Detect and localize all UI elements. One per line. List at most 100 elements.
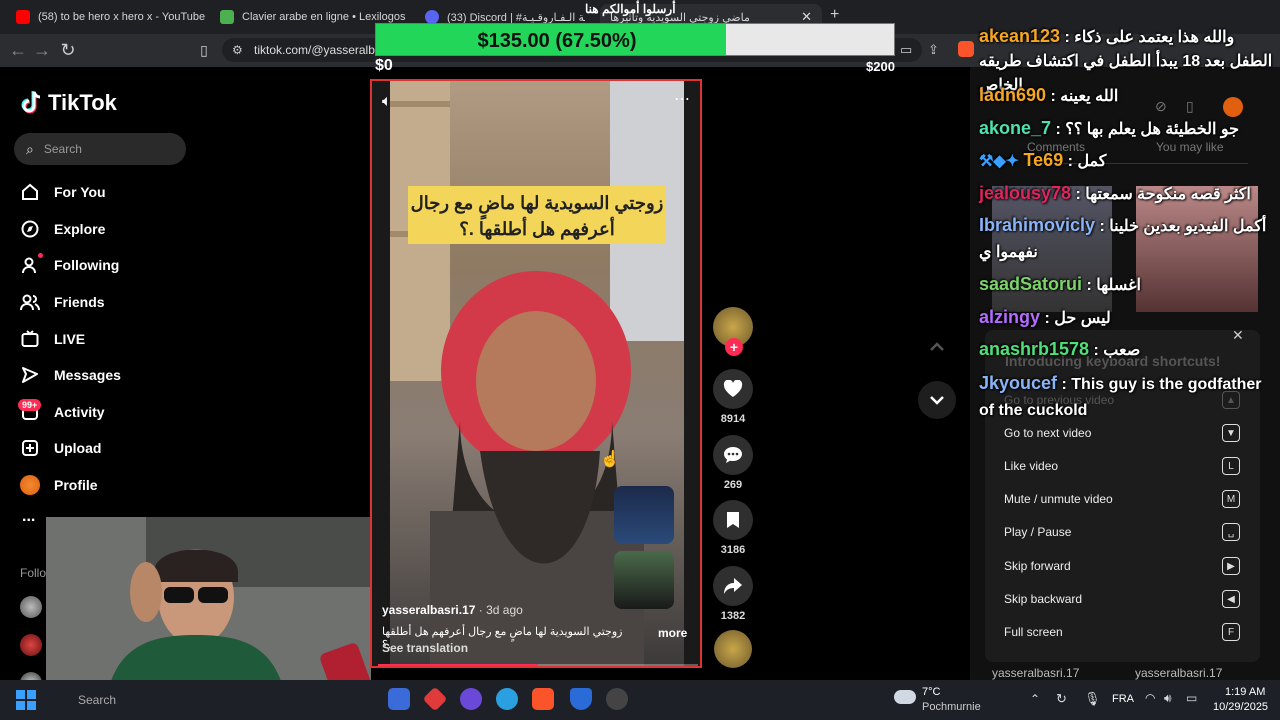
sync-icon[interactable]: ↻ (1056, 691, 1067, 707)
clock-date[interactable]: 10/29/2025 (1213, 701, 1268, 713)
chat-user: alzingy (979, 307, 1041, 327)
nav-label: Activity (54, 404, 105, 420)
cloud-icon (894, 690, 916, 704)
logo-text: TikTok (48, 90, 117, 115)
cast-icon[interactable]: ▭ (900, 42, 912, 58)
windows-start-icon[interactable] (16, 690, 36, 715)
wifi-icon[interactable]: ◠ (1145, 691, 1155, 705)
save-button[interactable]: 3186 (713, 500, 753, 556)
new-tab-button[interactable]: + (830, 6, 839, 24)
volume-icon[interactable]: 🔈︎ (382, 93, 392, 111)
weather-temp[interactable]: 7°C (922, 686, 940, 698)
followed-avatar[interactable] (20, 596, 42, 618)
nav-explore[interactable]: Explore (20, 217, 105, 241)
more-icon[interactable]: ... (22, 508, 35, 526)
chat-text: ليس حل (1054, 310, 1111, 327)
back-icon[interactable]: ← (8, 40, 28, 60)
weather-desc[interactable]: Pochmurnie (922, 701, 981, 713)
speaker-icon[interactable]: 🔊︎ (1164, 691, 1172, 706)
share-count: 1382 (720, 610, 746, 622)
nav-label: Following (54, 257, 120, 273)
shortcut-row: Skip forward ▶ (1004, 556, 1240, 576)
nav-for-you[interactable]: For You (20, 180, 106, 204)
defender-icon[interactable] (570, 688, 592, 710)
clock-time[interactable]: 1:19 AM (1225, 686, 1265, 698)
nav-label: Upload (54, 440, 102, 456)
share-button[interactable]: 1382 (713, 566, 753, 622)
bookmark-icon[interactable]: ▯ (194, 40, 214, 60)
followed-avatar[interactable] (20, 634, 42, 656)
chevron-up-icon[interactable]: ⌃ (1030, 692, 1040, 706)
edge-icon[interactable] (496, 688, 518, 710)
video-progress-bar[interactable] (378, 664, 698, 666)
language-indicator[interactable]: FRA (1112, 693, 1134, 705)
more-link[interactable]: more (658, 626, 687, 640)
video-caption-overlay: زوجتي السويدية لها ماضٍ مع رجال أعرفهم ه… (408, 186, 666, 244)
shortcut-label: Full screen (1004, 625, 1063, 639)
brave-icon[interactable] (532, 688, 554, 710)
nav-friends[interactable]: Friends (20, 290, 105, 314)
nav-upload[interactable]: Upload (20, 436, 101, 460)
donation-goal-bar: $135.00 (67.50%) (375, 23, 895, 56)
search-icon: ⌕ (26, 140, 34, 157)
chat-user: Te69 (1023, 150, 1064, 170)
chat-user: jealousy78 (979, 183, 1072, 203)
chat-message: ⚒◆✦ Te69 : كمل (979, 150, 1107, 170)
home-icon (20, 182, 40, 202)
activity-badge: 99+ (18, 399, 42, 411)
tab-title: (58) to be hero x hero x - YouTube (38, 11, 206, 23)
like-count: 8914 (720, 413, 746, 425)
youtube-icon (16, 10, 30, 24)
chat-user: akone_7 (979, 118, 1052, 138)
battery-icon[interactable]: ▭ (1186, 691, 1197, 705)
site-info-icon[interactable]: ⚙ (232, 43, 243, 57)
chat-message: jealousy78 : اكثر قصه منكوحة سمعتها (979, 183, 1251, 203)
comment-button[interactable]: 269 (713, 435, 753, 491)
chat-user: Ibrahimovicly (979, 215, 1096, 235)
chat-user: Jkyoucef (979, 373, 1058, 393)
app-icon[interactable] (460, 688, 482, 710)
tiktok-note-icon (21, 91, 41, 114)
video-player[interactable]: زوجتي السويدية لها ماضٍ مع رجال أعرفهم ه… (370, 79, 702, 668)
nav-label: Explore (54, 221, 106, 237)
nav-label: For You (54, 184, 106, 200)
chat-text: كمل (1077, 153, 1107, 170)
nav-profile[interactable]: Profile (20, 473, 98, 497)
app-icon[interactable] (606, 688, 628, 710)
next-video-button[interactable] (918, 381, 956, 419)
browser-tab-youtube[interactable]: (58) to be hero x hero x - YouTube (6, 4, 206, 30)
see-translation-link[interactable]: See translation (382, 641, 468, 655)
music-disc-icon[interactable] (714, 630, 752, 668)
previous-video-button[interactable] (918, 328, 956, 366)
nav-messages[interactable]: Messages (20, 363, 121, 387)
shortcut-row: Full screen F (1004, 622, 1240, 642)
forward-icon[interactable]: → (32, 40, 52, 60)
video-more-icon[interactable]: ⋯ (674, 89, 690, 109)
tiktok-logo[interactable]: TikTok (20, 90, 117, 116)
video-author[interactable]: yasseralbasri.17 · 3d ago (382, 603, 523, 617)
comment-count: 269 (723, 479, 743, 491)
store-icon[interactable] (388, 688, 410, 710)
compass-icon (20, 219, 40, 239)
brave-shield-icon[interactable] (958, 41, 974, 57)
follow-plus-icon[interactable]: + (725, 338, 743, 356)
tab-title: (33) Discord | #نـقـاش-الـفـاروقـيـة | د… (447, 11, 585, 24)
lexilogos-icon (220, 10, 234, 24)
donation-max: $200 (866, 59, 895, 74)
microphone-icon[interactable]: 🎙︎ (1084, 691, 1101, 707)
like-button[interactable]: 8914 (713, 369, 753, 425)
shortcut-row: Play / Pause ␣ (1004, 522, 1240, 542)
chat-message: akone_7 : جو الخطيئة هل يعلم بها ؟؟ (979, 118, 1240, 138)
shortcut-key: ▶ (1222, 557, 1240, 575)
search-input[interactable]: ⌕ Search (14, 133, 186, 165)
related-thumbnail[interactable] (614, 486, 674, 544)
reload-icon[interactable]: ↻ (58, 40, 78, 60)
donation-min: $0 (375, 57, 393, 74)
share-icon[interactable]: ⇪ (928, 42, 939, 58)
nav-following[interactable]: Following (20, 253, 119, 277)
panel-username: yasseralbasri.17 (992, 666, 1080, 680)
taskbar-search[interactable]: Search (78, 693, 116, 707)
related-thumbnail[interactable] (614, 551, 674, 609)
nav-live[interactable]: LIVE (20, 327, 85, 351)
chat-text: الله يعينه (1060, 88, 1119, 105)
